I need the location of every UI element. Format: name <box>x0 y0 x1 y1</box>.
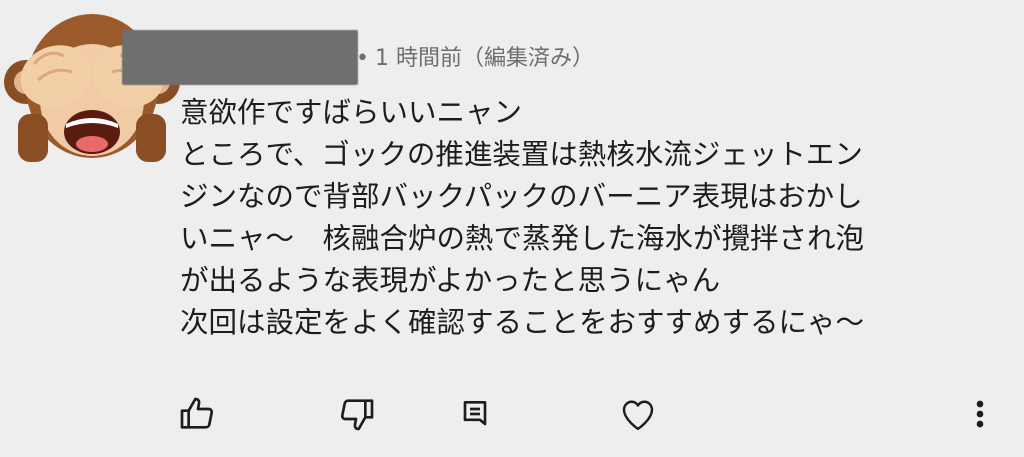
comment-line: ところで、ゴックの推進装置は熱核水流ジェットエン <box>180 138 863 171</box>
comment-card: • 1 時間前（編集済み） 意欲作ですばらいいニャン ところで、ゴックの推進装置は… <box>0 0 1024 457</box>
redacted-username[interactable] <box>122 30 358 85</box>
heart-icon <box>622 400 654 431</box>
thumbs-down-icon <box>340 399 374 431</box>
comment-actions <box>0 390 1024 440</box>
meta-separator: • <box>356 46 369 71</box>
like-button[interactable] <box>175 390 219 438</box>
thumbs-up-icon <box>180 397 214 429</box>
reply-button[interactable] <box>453 390 497 438</box>
heart-button[interactable] <box>616 390 660 438</box>
reply-comment-icon <box>463 401 487 426</box>
comment-body: 意欲作ですばらいいニャン ところで、ゴックの推進装置は熱核水流ジェットエン ジン… <box>180 92 980 344</box>
dislike-button[interactable] <box>335 390 379 438</box>
comment-line: が出るような表現がよかったと思うにゃん <box>180 264 721 297</box>
more-vertical-icon <box>976 400 984 428</box>
comment-meta: • 1 時間前（編集済み） <box>356 44 594 74</box>
comment-line: 意欲作ですばらいいニャン <box>180 96 523 129</box>
comment-line: いニャ〜 核融合炉の熱で蒸発した海水が攪拌され泡 <box>180 222 865 255</box>
comment-line: ジンなので背部バックパックのバーニア表現はおかし <box>180 180 863 213</box>
more-options-button[interactable] <box>958 390 1002 438</box>
comment-timestamp: 1 時間前（編集済み） <box>374 46 594 71</box>
comment-line: 次回は設定をよく確認することをおすすめするにゃ〜 <box>180 306 865 339</box>
